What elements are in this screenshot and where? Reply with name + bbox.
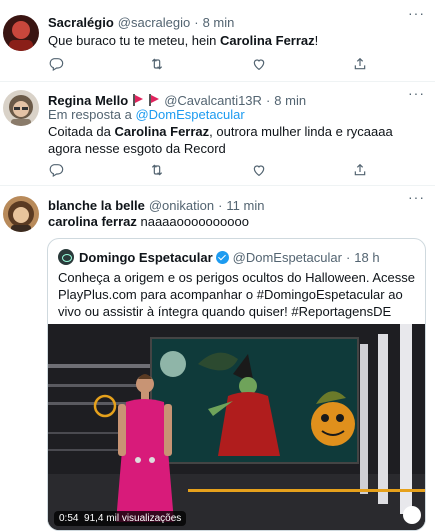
share-icon[interactable] bbox=[352, 162, 368, 178]
video-player[interactable]: 0:54 91,4 mil visualizações bbox=[48, 324, 425, 530]
quoted-tweet-header: Domingo Espetacular @DomEspetacular · 18… bbox=[58, 248, 380, 266]
text-prefix: Que buraco tu te meteu, hein bbox=[48, 33, 220, 48]
tweet-actions bbox=[48, 162, 368, 178]
video-frame bbox=[48, 324, 425, 530]
author-name[interactable]: Regina Mello bbox=[48, 93, 128, 108]
separator: · bbox=[265, 92, 271, 108]
author-handle[interactable]: @Cavalcanti13R bbox=[164, 93, 262, 108]
avatar[interactable] bbox=[3, 196, 39, 232]
author-handle[interactable]: @sacralegio bbox=[118, 15, 190, 30]
like-icon[interactable] bbox=[251, 56, 267, 72]
author-handle[interactable]: @DomEspetacular bbox=[233, 250, 342, 265]
reply-icon[interactable] bbox=[48, 56, 64, 72]
avatar[interactable] bbox=[3, 15, 39, 51]
author-name[interactable]: Sacralégio bbox=[48, 15, 114, 30]
video-duration: 0:54 bbox=[59, 513, 79, 524]
tweet[interactable]: Regina Mello @Cavalcanti13R · 8 min ··· … bbox=[0, 82, 435, 186]
tweet[interactable]: blanche la belle @onikation · 11 min ···… bbox=[0, 186, 435, 531]
avatar[interactable] bbox=[3, 90, 39, 126]
retweet-icon[interactable] bbox=[149, 162, 165, 178]
audio-toggle-icon[interactable] bbox=[403, 506, 421, 524]
text-suffix: naaaaoooooooooo bbox=[136, 214, 249, 229]
separator: · bbox=[218, 197, 223, 213]
separator: · bbox=[345, 249, 351, 265]
author-name[interactable]: blanche la belle bbox=[48, 198, 145, 213]
separator: · bbox=[194, 14, 199, 30]
tweet-actions bbox=[48, 56, 368, 72]
tweet-text: Coitada da Carolina Ferraz, outrora mulh… bbox=[48, 123, 423, 157]
tweet[interactable]: Sacralégio @sacralegio · 8 min ··· Que b… bbox=[0, 0, 435, 82]
timestamp[interactable]: 18 h bbox=[354, 250, 379, 265]
reply-icon[interactable] bbox=[48, 162, 64, 178]
reply-context: Em resposta a @DomEspetacular bbox=[48, 107, 245, 122]
tweet-text: carolina ferraz naaaaoooooooooo bbox=[48, 213, 423, 230]
timestamp[interactable]: 8 min bbox=[274, 93, 306, 108]
timestamp[interactable]: 8 min bbox=[203, 15, 235, 30]
tweet-text: Que buraco tu te meteu, hein Carolina Fe… bbox=[48, 32, 423, 49]
text-prefix: Coitada da bbox=[48, 124, 115, 139]
video-views: 91,4 mil visualizações bbox=[84, 513, 182, 524]
tweet-header: Sacralégio @sacralegio · 8 min bbox=[48, 13, 234, 31]
text-highlight: carolina ferraz bbox=[48, 214, 137, 229]
flag-icon bbox=[148, 94, 160, 106]
timestamp[interactable]: 11 min bbox=[226, 198, 264, 213]
more-icon[interactable]: ··· bbox=[408, 6, 425, 20]
flag-icon bbox=[132, 94, 144, 106]
author-name[interactable]: Domingo Espetacular bbox=[79, 250, 213, 265]
retweet-icon[interactable] bbox=[149, 56, 165, 72]
tweet-header: blanche la belle @onikation · 11 min bbox=[48, 196, 264, 214]
text-highlight: Carolina Ferraz bbox=[220, 33, 315, 48]
share-icon[interactable] bbox=[352, 56, 368, 72]
reply-mention-link[interactable]: @DomEspetacular bbox=[135, 107, 244, 122]
quoted-tweet-text: Conheça a origem e os perigos ocultos do… bbox=[58, 270, 415, 319]
quoted-tweet[interactable]: Domingo Espetacular @DomEspetacular · 18… bbox=[47, 238, 426, 531]
avatar[interactable] bbox=[58, 249, 74, 265]
more-icon[interactable]: ··· bbox=[408, 190, 425, 204]
video-stats: 0:54 91,4 mil visualizações bbox=[54, 511, 187, 526]
more-icon[interactable]: ··· bbox=[408, 86, 425, 100]
reply-prefix: Em resposta a bbox=[48, 107, 136, 122]
verified-icon bbox=[215, 250, 229, 264]
text-highlight: Carolina Ferraz bbox=[114, 124, 210, 139]
author-handle[interactable]: @onikation bbox=[149, 198, 214, 213]
like-icon[interactable] bbox=[251, 162, 267, 178]
text-suffix: ! bbox=[314, 33, 319, 48]
